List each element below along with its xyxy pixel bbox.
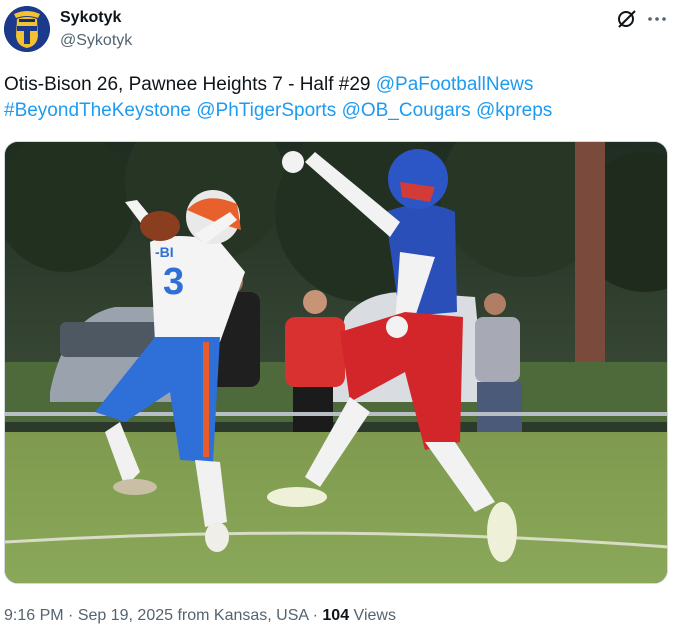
mention-kpreps[interactable]: @kpreps bbox=[476, 100, 552, 121]
grok-button[interactable] bbox=[616, 8, 638, 30]
display-name[interactable]: Sykotyk bbox=[60, 8, 132, 28]
tweet-date[interactable]: Sep 19, 2025 bbox=[78, 607, 173, 624]
views-count: 104 bbox=[322, 607, 350, 624]
more-button[interactable] bbox=[645, 8, 669, 30]
more-icon bbox=[648, 17, 666, 21]
views-label: Views bbox=[349, 607, 396, 624]
meta-separator: · bbox=[63, 607, 78, 624]
tweet-header: Sykotyk @Sykotyk bbox=[0, 0, 673, 62]
handle[interactable]: @Sykotyk bbox=[60, 31, 132, 51]
tweet-location: from Kansas, USA bbox=[173, 607, 309, 624]
hashtag-beyondthekeystone[interactable]: #BeyondTheKeystone bbox=[4, 100, 191, 121]
tweet-body-text: Otis-Bison 26, Pawnee Heights 7 - Half #… bbox=[4, 74, 376, 95]
mention-phtigersports[interactable]: @PhTigerSports bbox=[196, 100, 336, 121]
author-names: Sykotyk @Sykotyk bbox=[60, 8, 132, 51]
tweet-meta: 9:16 PM · Sep 19, 2025 from Kansas, USA … bbox=[4, 606, 396, 626]
football-photo-illustration: 3 -BI bbox=[5, 142, 667, 583]
mention-ob-cougars[interactable]: @OB_Cougars bbox=[342, 100, 471, 121]
jersey-number-left: 3 bbox=[163, 261, 184, 303]
meta-separator: · bbox=[308, 607, 323, 624]
tweet-time[interactable]: 9:16 PM bbox=[4, 607, 64, 624]
jersey-text-left: -BI bbox=[155, 244, 174, 260]
tweet-text: Otis-Bison 26, Pawnee Heights 7 - Half #… bbox=[4, 72, 664, 124]
mention-pafootballnews[interactable]: @PaFootballNews bbox=[376, 74, 534, 95]
avatar[interactable] bbox=[4, 6, 50, 52]
grok-icon bbox=[618, 10, 636, 28]
spartan-helmet-icon bbox=[4, 6, 50, 52]
tweet-photo[interactable]: 3 -BI bbox=[4, 141, 668, 584]
